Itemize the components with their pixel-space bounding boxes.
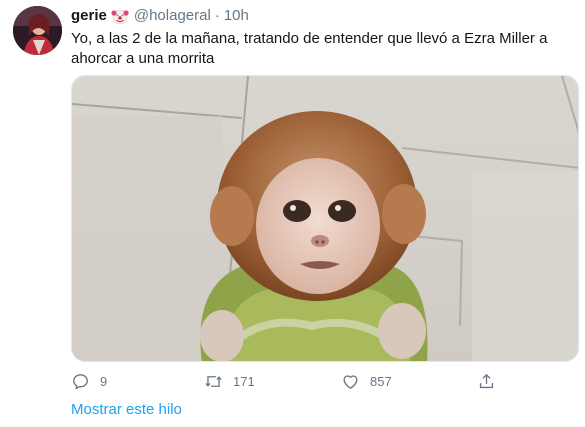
reply-count: 9 <box>100 374 108 389</box>
tweet-card[interactable]: gerie @holageral · 10h Yo, a las 2 de la… <box>0 0 585 427</box>
reply-icon <box>73 374 88 390</box>
share-button[interactable] <box>477 372 496 391</box>
avatar[interactable] <box>13 6 62 55</box>
separator-dot: · <box>214 7 220 24</box>
retweet-count: 171 <box>233 374 255 389</box>
share-icon <box>479 373 494 389</box>
tweet-actions: 9 171 857 <box>71 372 501 392</box>
tweet-header: gerie @holageral · 10h <box>71 7 249 25</box>
tweet-media-image[interactable] <box>71 75 579 362</box>
display-name[interactable]: gerie <box>71 7 107 25</box>
like-button[interactable]: 857 <box>341 372 392 391</box>
tweet-text: Yo, a las 2 de la mañana, tratando de en… <box>71 30 548 67</box>
like-count: 857 <box>370 374 392 389</box>
timestamp[interactable]: 10h <box>224 7 249 25</box>
avatar-image <box>13 6 62 55</box>
clown-face-emoji-icon <box>111 7 129 25</box>
show-thread-link[interactable]: Mostrar este hilo <box>71 401 182 418</box>
retweet-icon <box>205 376 222 387</box>
heart-icon <box>343 375 358 389</box>
reply-button[interactable]: 9 <box>71 372 107 391</box>
retweet-button[interactable]: 171 <box>204 372 255 391</box>
user-handle[interactable]: @holageral <box>134 7 211 25</box>
baby-monkey-photo <box>72 76 578 361</box>
